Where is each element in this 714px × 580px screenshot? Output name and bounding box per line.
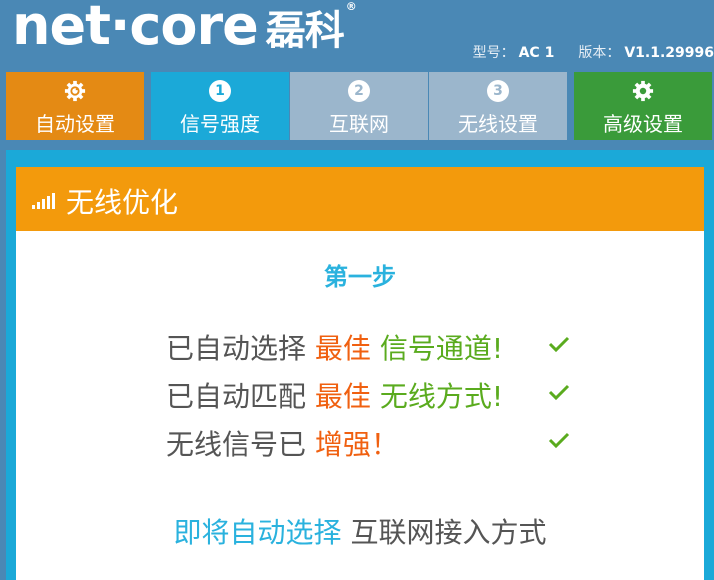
tab-internet[interactable]: 2 互联网	[290, 72, 428, 140]
next-step-message: 即将自动选择 互联网接入方式	[16, 511, 704, 551]
signal-bars-icon	[32, 193, 55, 209]
tab-advanced[interactable]: 高级设置	[574, 72, 712, 140]
logo-cn: 磊科	[265, 8, 345, 54]
brand-logo: net·core 磊科®	[12, 0, 357, 57]
status-row-boost: 无线信号已 增强！	[166, 423, 399, 463]
step-number-3: 3	[487, 80, 509, 102]
row-prefix: 无线信号已	[166, 428, 307, 461]
step-number-2: 2	[348, 80, 370, 102]
tab-wireless-label: 无线设置	[458, 112, 538, 136]
status-row-channel: 已自动选择 最佳 信号通道!	[166, 327, 503, 367]
model-value: AC 1	[518, 45, 555, 61]
panel-header: 无线优化	[16, 167, 704, 231]
tab-signal-strength[interactable]: 1 信号强度	[151, 72, 289, 140]
step-title: 第一步	[324, 263, 396, 291]
check-icon	[548, 384, 570, 401]
version-value: V1.1.29996	[624, 45, 714, 61]
check-icon	[548, 336, 570, 353]
tab-signal-label: 信号强度	[180, 112, 260, 136]
status-row-mode: 已自动匹配 最佳 无线方式!	[166, 375, 503, 415]
row-best: 增强！	[314, 428, 399, 461]
row-prefix: 已自动匹配	[166, 380, 307, 413]
model-label: 型号：	[472, 45, 515, 61]
check-icon	[548, 432, 570, 449]
header: net·core 磊科® 型号： AC 1 版本： V1.1.29996	[0, 0, 714, 70]
tab-auto-setup-label: 自动设置	[35, 112, 115, 136]
next-step-highlight: 即将自动选择	[173, 516, 342, 549]
logo-text: net·core	[12, 0, 259, 57]
row-prefix: 已自动选择	[166, 332, 307, 365]
tab-wireless[interactable]: 3 无线设置	[429, 72, 567, 140]
tab-internet-label: 互联网	[329, 112, 389, 136]
version-label: 版本：	[578, 45, 621, 61]
nav-bar: 自动设置 1 信号强度 2 互联网 3 无线设置 高级设置	[6, 72, 714, 140]
registered-mark: ®	[345, 0, 357, 13]
model-info: 型号： AC 1 版本： V1.1.29996	[473, 42, 714, 62]
panel-title: 无线优化	[66, 186, 179, 219]
wireless-optimize-panel: 无线优化 第一步 已自动选择 最佳 信号通道! 已自动匹配 最佳 无线方式! 无…	[16, 167, 704, 580]
row-best: 最佳	[314, 380, 371, 413]
gear-icon	[632, 80, 654, 102]
gear-refresh-icon	[64, 80, 86, 102]
step-number-1: 1	[209, 80, 231, 102]
row-suffix: 信号通道!	[379, 332, 504, 365]
row-suffix: 无线方式!	[379, 380, 504, 413]
tab-auto-setup[interactable]: 自动设置	[6, 72, 144, 140]
tab-advanced-label: 高级设置	[603, 112, 683, 136]
row-best: 最佳	[314, 332, 371, 365]
next-step-rest: 互联网接入方式	[350, 516, 547, 549]
